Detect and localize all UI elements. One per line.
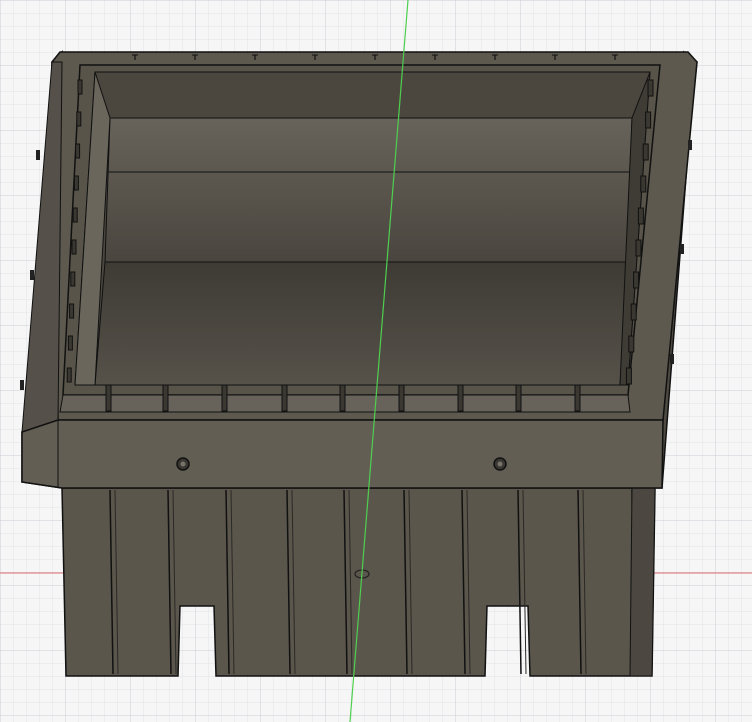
tray-cavity	[59, 64, 661, 413]
lower-body[interactable]	[61, 487, 656, 677]
rim-slot	[75, 143, 81, 159]
rim-slot	[628, 335, 635, 353]
rim-slot	[647, 79, 654, 97]
viewport-canvas[interactable]	[0, 0, 752, 722]
rim-slot	[72, 207, 78, 223]
rim-slot	[69, 303, 75, 319]
rim-slot	[77, 79, 83, 95]
rim-slot	[71, 239, 77, 255]
rim-slot	[625, 367, 632, 385]
rim-slot	[162, 384, 169, 412]
rim-slot	[640, 175, 647, 193]
rim-slot	[281, 384, 288, 412]
fastener-right[interactable]	[493, 457, 507, 471]
rim-slot	[70, 271, 76, 287]
rim-slot	[73, 175, 79, 191]
rim-slot	[635, 239, 642, 257]
rim-slot	[105, 384, 112, 412]
rim-slot	[637, 207, 644, 225]
rim-slot	[633, 271, 640, 289]
3d-viewport[interactable]	[0, 0, 752, 722]
rim-slot	[66, 367, 72, 383]
rim-slot	[574, 384, 581, 412]
rim-slot	[339, 384, 346, 412]
rim-slot	[398, 384, 405, 412]
rim-slot	[630, 303, 637, 321]
rim-slot	[645, 111, 652, 129]
rim-slot	[76, 111, 82, 127]
rim-slot	[515, 384, 522, 412]
rim-slot	[67, 335, 73, 351]
fastener-left[interactable]	[176, 457, 190, 471]
rim-slot	[642, 143, 649, 161]
rim-slot	[221, 384, 228, 412]
rim-slot	[457, 384, 464, 412]
